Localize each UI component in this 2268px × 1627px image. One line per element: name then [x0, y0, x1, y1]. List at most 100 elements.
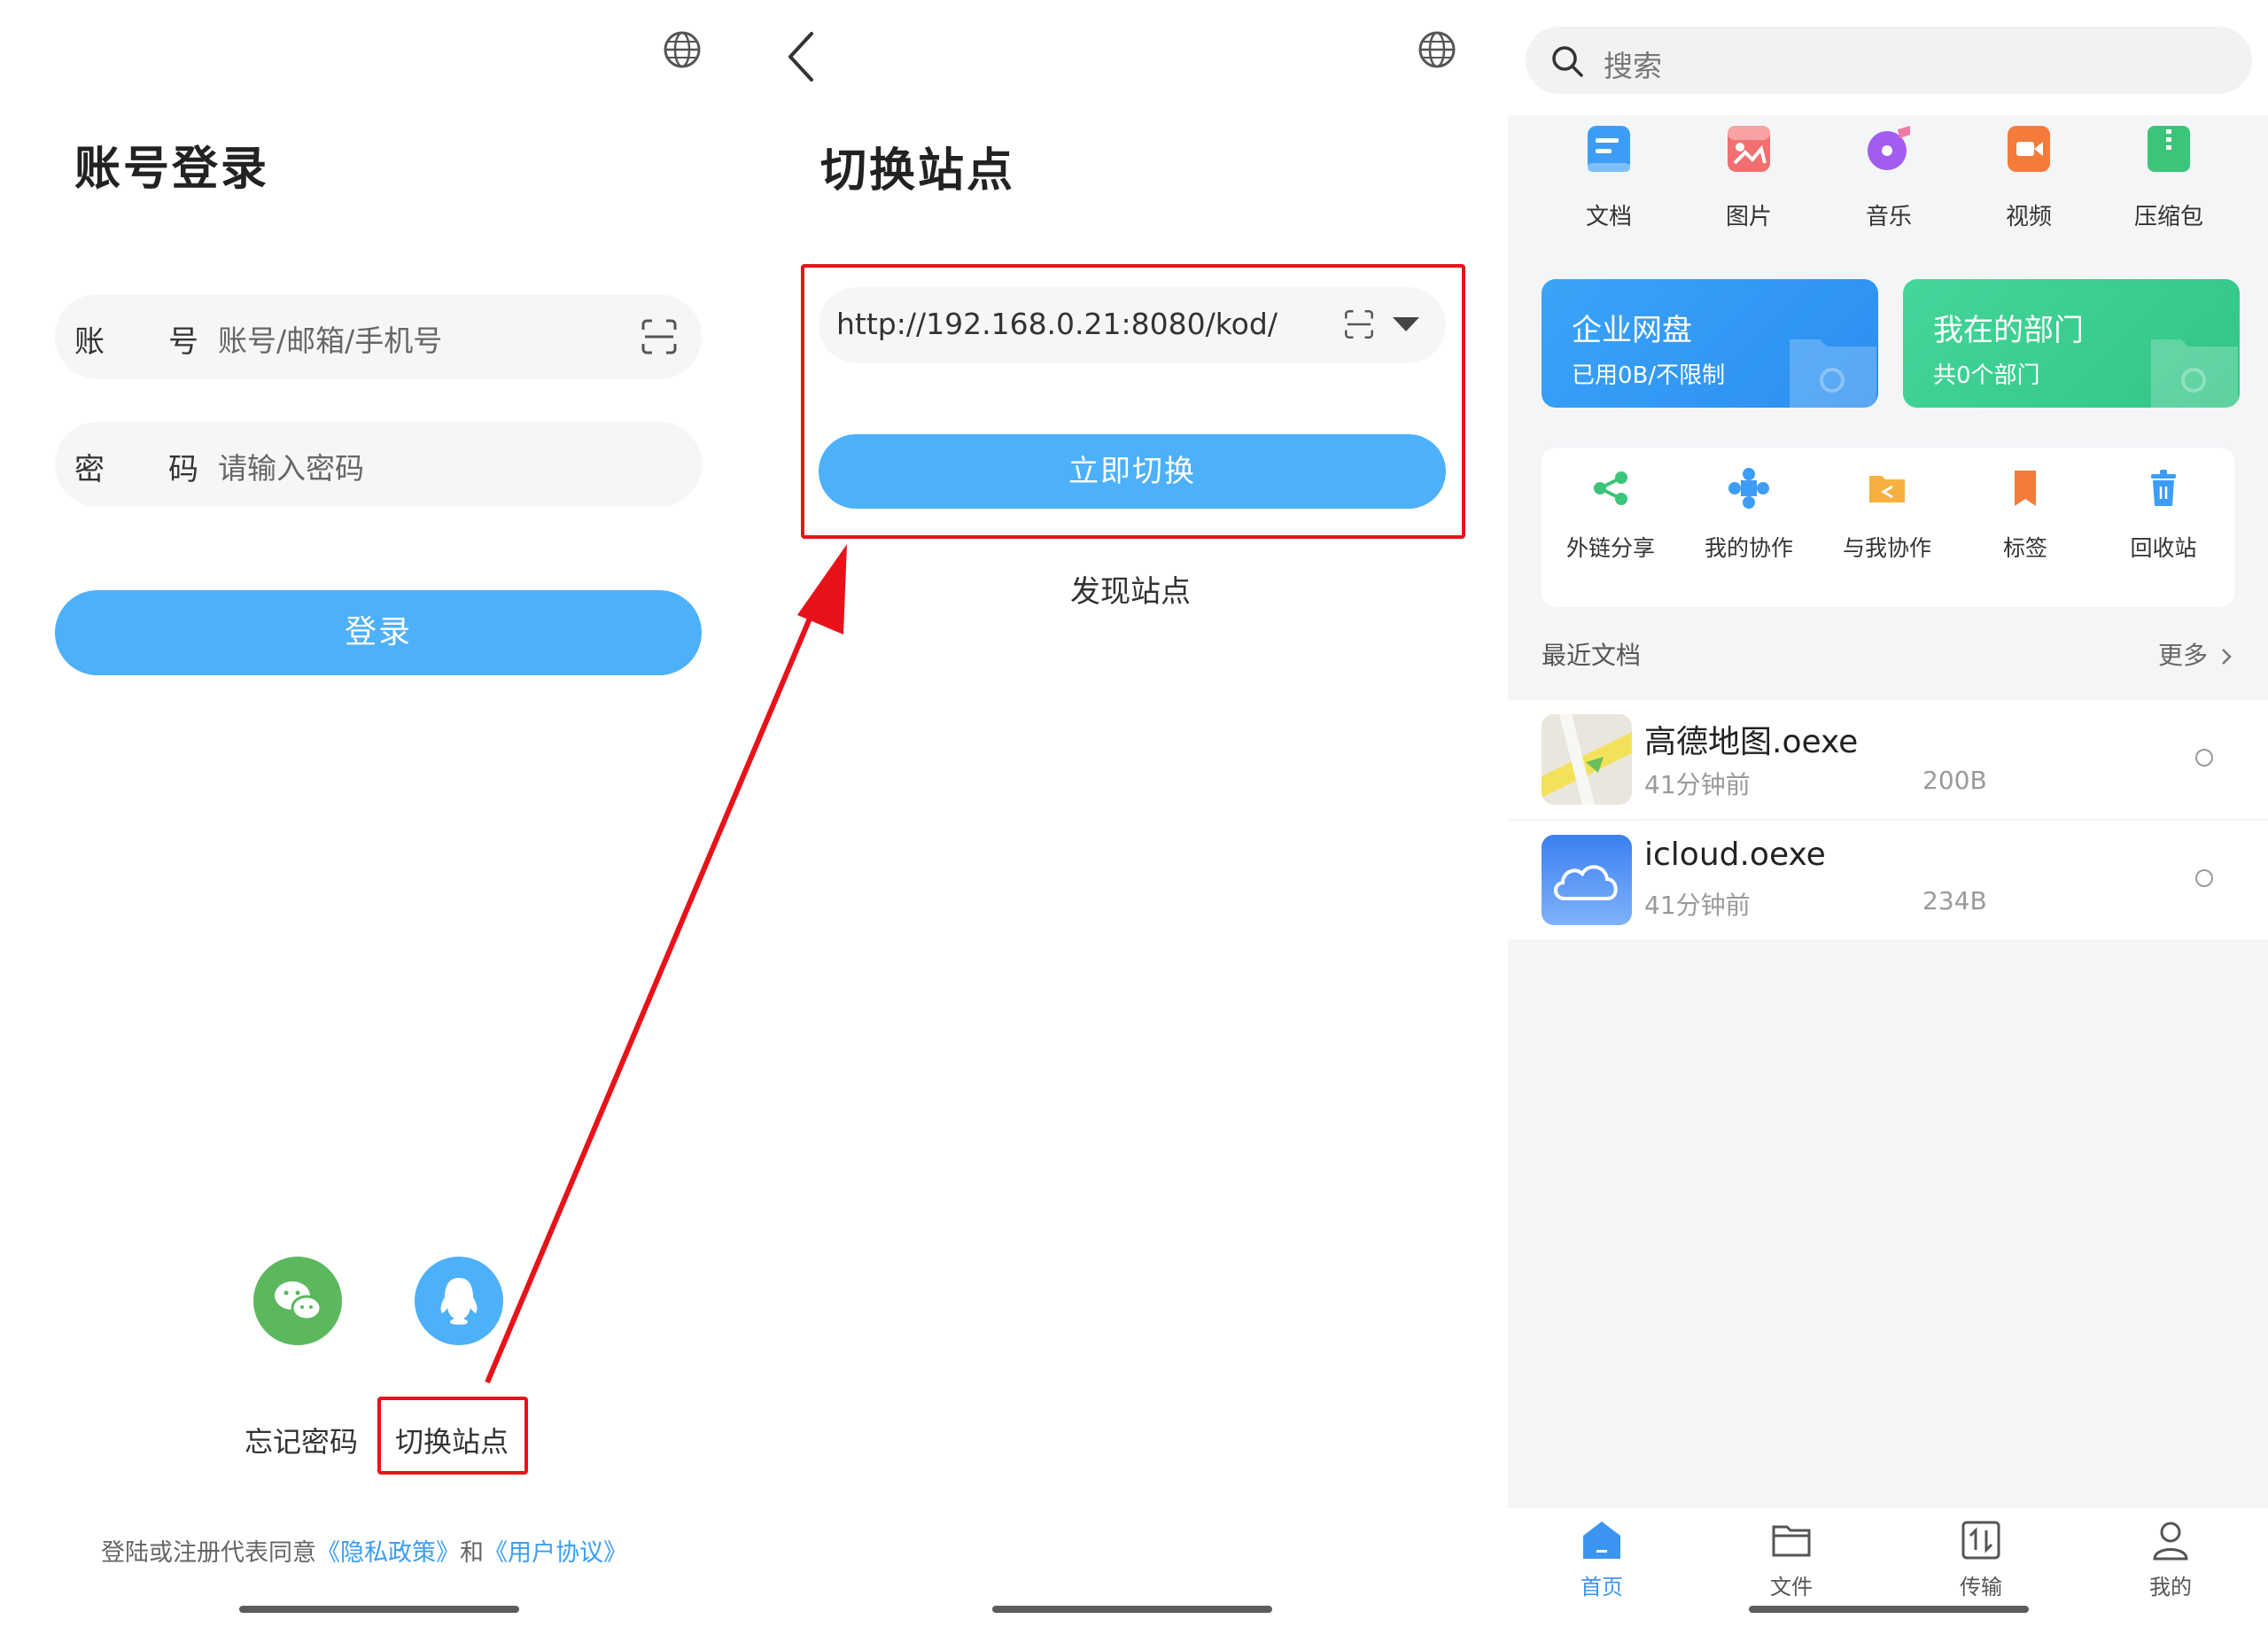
file-row[interactable]: 高德地图.oexe 41分钟前 200B	[1508, 700, 2268, 819]
forgot-password-link[interactable]: 忘记密码	[245, 1420, 358, 1460]
globe-icon[interactable]	[1418, 30, 1456, 69]
category-music[interactable]: 音乐	[1818, 115, 1960, 248]
enterprise-title: 企业网盘	[1572, 313, 1692, 348]
tab-label: 我的	[2149, 1575, 2192, 1600]
page-title: 账号登录	[74, 143, 270, 196]
site-url-field[interactable]: http://192.168.0.21:8080/kod/	[819, 287, 1446, 363]
account-label-1: 账	[74, 324, 105, 360]
tool-share-link[interactable]: 外链分享	[1542, 467, 1680, 563]
back-arrow-icon[interactable]	[785, 30, 817, 83]
transfer-icon	[1961, 1521, 2000, 1560]
tool-label: 我的协作	[1704, 535, 1793, 561]
gesture-bar	[992, 1606, 1272, 1613]
password-input[interactable]: 请输入密码	[218, 445, 364, 487]
department-folder-icon	[2151, 339, 2238, 408]
password-label-1: 密	[74, 452, 105, 487]
agreement-and: 和	[460, 1539, 484, 1567]
home-screen: 搜索 文档 图片 音乐 视频 压缩包 企业网盘 已用0B/不限制 我在的部门 共…	[1508, 0, 2268, 1627]
enterprise-folder-icon	[1790, 339, 1876, 408]
category-archive[interactable]: 压缩包	[2098, 115, 2240, 248]
map-app-icon	[1542, 714, 1632, 805]
account-field[interactable]: 账 号 账号/邮箱/手机号	[55, 294, 702, 379]
privacy-policy-link[interactable]: 《隐私政策》	[316, 1539, 460, 1567]
document-icon	[1588, 126, 1630, 172]
file-name: icloud.oexe	[1644, 837, 1826, 873]
tool-label: 回收站	[2130, 535, 2197, 561]
search-bar[interactable]: 搜索	[1526, 27, 2252, 94]
tool-tag[interactable]: 标签	[1956, 467, 2094, 563]
tab-home[interactable]: 首页	[1513, 1518, 1690, 1600]
dropdown-triangle-icon[interactable]	[1393, 315, 1419, 333]
tools-panel: 外链分享 我的协作 与我协作 标签 回收站	[1542, 448, 2234, 607]
login-screen: 账号登录 账 号 账号/邮箱/手机号 密 码 请输入密码 登录 忘记密码 切换站…	[0, 0, 753, 1627]
tab-label: 传输	[1960, 1575, 2002, 1600]
video-icon	[2008, 126, 2050, 172]
category-document[interactable]: 文档	[1538, 115, 1680, 248]
image-icon	[1728, 126, 1770, 172]
search-icon	[1552, 46, 1583, 77]
tag-icon	[2015, 471, 2036, 506]
select-radio[interactable]	[2195, 749, 2213, 767]
tab-me[interactable]: 我的	[2082, 1518, 2259, 1600]
login-button[interactable]: 登录	[55, 590, 702, 675]
account-label-2: 号	[168, 324, 198, 360]
chevron-right-icon	[2222, 649, 2232, 665]
file-time: 41分钟前	[1644, 770, 1751, 799]
enterprise-drive-card[interactable]: 企业网盘 已用0B/不限制	[1542, 279, 1878, 408]
password-label-2: 码	[168, 452, 198, 487]
more-link[interactable]: 更多	[2158, 636, 2233, 672]
search-input[interactable]: 搜索	[1604, 43, 1662, 85]
tool-label: 标签	[2002, 535, 2047, 561]
switch-site-screen: 切换站点 http://192.168.0.21:8080/kod/ 立即切换 …	[753, 0, 1508, 1627]
home-icon	[1583, 1522, 1620, 1559]
qq-icon[interactable]	[415, 1257, 503, 1345]
select-radio[interactable]	[2195, 869, 2213, 887]
agreement-prefix: 登陆或注册代表同意	[101, 1539, 316, 1567]
account-input[interactable]: 账号/邮箱/手机号	[218, 317, 442, 360]
file-time: 41分钟前	[1644, 891, 1751, 920]
music-icon	[1868, 126, 1910, 170]
site-url-input[interactable]: http://192.168.0.21:8080/kod/	[836, 307, 1278, 341]
gesture-bar	[239, 1606, 519, 1613]
switch-now-button[interactable]: 立即切换	[819, 434, 1446, 509]
recent-docs-title: 最近文档	[1542, 641, 1642, 670]
wechat-icon[interactable]	[253, 1257, 342, 1345]
file-size: 234B	[1922, 886, 1987, 915]
department-count: 共0个部门	[1933, 362, 2040, 389]
tool-recycle-bin[interactable]: 回收站	[2094, 467, 2233, 563]
recycle-bin-icon	[2151, 470, 2176, 506]
category-label: 视频	[2005, 204, 2052, 230]
shared-with-me-icon	[1869, 476, 1905, 502]
more-label: 更多	[2158, 641, 2209, 670]
file-size: 200B	[1922, 766, 1987, 795]
tab-label: 首页	[1581, 1575, 1623, 1600]
folder-icon	[1772, 1525, 1811, 1557]
category-image[interactable]: 图片	[1678, 115, 1820, 248]
my-collab-icon	[1728, 468, 1769, 509]
tool-label: 外链分享	[1565, 535, 1655, 561]
tool-my-collab[interactable]: 我的协作	[1680, 467, 1818, 563]
file-name: 高德地图.oexe	[1644, 724, 1859, 760]
scan-icon[interactable]	[640, 317, 679, 356]
tab-files[interactable]: 文件	[1703, 1518, 1880, 1600]
user-agreement-link[interactable]: 《用户协议》	[484, 1539, 627, 1567]
enterprise-usage: 已用0B/不限制	[1572, 362, 1726, 389]
file-row[interactable]: icloud.oexe 41分钟前 234B	[1508, 821, 2268, 939]
tool-shared-with-me[interactable]: 与我协作	[1818, 467, 1956, 563]
switch-site-link[interactable]: 切换站点	[395, 1420, 509, 1460]
tool-label: 与我协作	[1842, 535, 1931, 561]
tab-transfer[interactable]: 传输	[1892, 1518, 2070, 1600]
tab-label: 文件	[1770, 1575, 1813, 1600]
department-card[interactable]: 我在的部门 共0个部门	[1903, 279, 2240, 408]
agreement-text: 登陆或注册代表同意《隐私政策》和《用户协议》	[101, 1533, 627, 1568]
scan-icon[interactable]	[1343, 308, 1375, 340]
gesture-bar	[1749, 1606, 2029, 1613]
page-title: 切换站点	[820, 144, 1016, 198]
globe-icon[interactable]	[663, 30, 702, 69]
share-link-icon	[1594, 471, 1627, 505]
category-video[interactable]: 视频	[1958, 115, 2100, 248]
category-label: 图片	[1725, 204, 1772, 230]
archive-icon	[2148, 126, 2190, 172]
password-field[interactable]: 密 码 请输入密码	[55, 422, 702, 507]
discover-site-link[interactable]: 发现站点	[1070, 567, 1191, 611]
